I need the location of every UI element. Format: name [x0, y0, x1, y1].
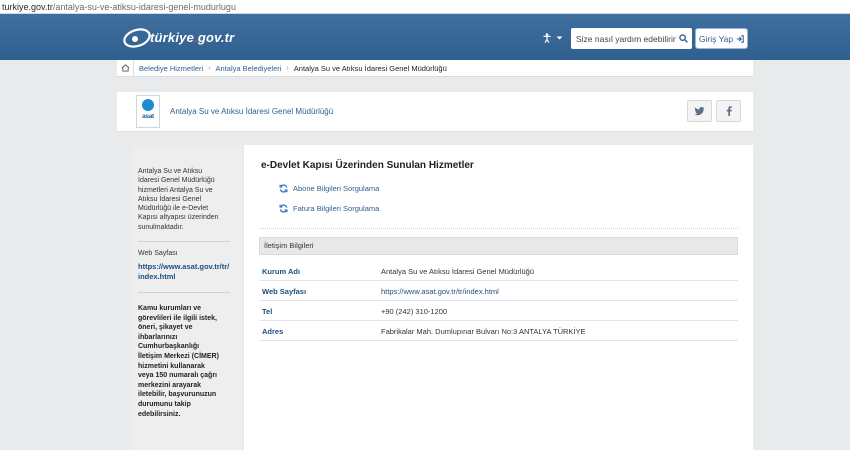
login-label: Giriş Yap [698, 33, 734, 44]
contact-key: Web Sayfası [262, 287, 307, 296]
asat-logo-word: asat [142, 113, 154, 120]
logo-wordmark: türkiye.gov.tr [150, 29, 235, 45]
search-box[interactable] [571, 28, 692, 49]
search-icon[interactable] [676, 32, 690, 46]
contact-key: Tel [262, 307, 273, 316]
browser-url-bar[interactable]: turkiye.gov.tr/antalya-su-ve-atiksu-idar… [0, 0, 850, 14]
twitter-share-button[interactable] [687, 100, 712, 122]
accessibility-button[interactable] [538, 29, 566, 47]
facebook-share-button[interactable] [716, 100, 741, 122]
contact-key: Adres [262, 327, 284, 336]
main-content: e-Devlet Kapısı Üzerinden Sunulan Hizmet… [244, 145, 753, 450]
breadcrumb: Belediye Hizmetleri › Antalya Belediyele… [117, 59, 753, 77]
service-label: Abone Bilgileri Sorgulama [293, 184, 380, 193]
sidebar: Antalya Su ve Atıksu İdaresi Genel Müdür… [132, 145, 242, 450]
contact-heading: İletişim Bilgileri [259, 237, 738, 255]
sidebar-description: Antalya Su ve Atıksu İdaresi Genel Müdür… [138, 168, 219, 231]
contact-row-adres: Adres Fabrikalar Mah. Dumlupınar Bulvarı… [259, 321, 738, 341]
breadcrumb-item-antalya-belediyeleri[interactable]: Antalya Belediyeleri [211, 64, 287, 73]
sidebar-divider [138, 292, 230, 293]
breadcrumb-home[interactable] [117, 59, 134, 77]
contact-row-web-sayfasi: Web Sayfası https://www.asat.gov.tr/tr/i… [259, 281, 738, 301]
contact-value: Fabrikalar Mah. Dumlupınar Bulvarı No:3 … [381, 327, 586, 336]
service-link-fatura-bilgileri[interactable]: Fatura Bilgileri Sorgulama [279, 204, 379, 213]
service-label: Fatura Bilgileri Sorgulama [293, 204, 380, 213]
contact-value: Antalya Su ve Atıksu İdaresi Genel Müdür… [381, 267, 535, 276]
contact-row-tel: Tel +90 (242) 310-1200 [259, 301, 738, 321]
contact-row-kurum-adi: Kurum Adı Antalya Su ve Atıksu İdaresi G… [259, 261, 738, 281]
sidebar-web-label: Web Sayfası [138, 250, 178, 257]
sidebar-cimer-notice: Kamu kurumları ve görevlileri ile ilgili… [138, 305, 219, 418]
search-input[interactable] [576, 33, 676, 44]
services-divider [259, 228, 738, 229]
turkiye-gov-logo[interactable]: türkiye.gov.tr [122, 24, 234, 50]
login-button[interactable]: Giriş Yap [695, 28, 748, 49]
twitter-icon [694, 106, 705, 115]
sign-in-icon [736, 34, 744, 43]
contact-value: +90 (242) 310-1200 [381, 307, 448, 316]
contact-web-link[interactable]: https://www.asat.gov.tr/tr/index.html [381, 287, 499, 296]
breadcrumb-item-current: Antalya Su ve Atıksu İdaresi Genel Müdür… [293, 63, 447, 73]
institution-card: asat Antalya Su ve Atıksu İdaresi Genel … [117, 92, 753, 132]
services-title: e-Devlet Kapısı Üzerinden Sunulan Hizmet… [261, 160, 474, 171]
accessibility-icon [543, 33, 550, 43]
sidebar-web-link[interactable]: https://www.asat.gov.tr/tr/index.html [138, 262, 230, 282]
url-path: /antalya-su-ve-atiksu-idaresi-genel-mudu… [52, 2, 236, 12]
water-drop-icon [142, 99, 154, 111]
asat-logo: asat [136, 95, 160, 128]
home-icon [121, 64, 129, 72]
service-link-abone-bilgileri[interactable]: Abone Bilgileri Sorgulama [279, 184, 379, 193]
chevron-down-icon [556, 36, 562, 40]
refresh-icon [279, 184, 288, 193]
refresh-icon [279, 204, 288, 213]
url-host: turkiye.gov.tr [2, 2, 53, 12]
institution-title: Antalya Su ve Atıksu İdaresi Genel Müdür… [170, 107, 334, 116]
facebook-icon [726, 106, 732, 116]
site-header: türkiye.gov.tr Giriş Yap [0, 14, 850, 60]
sidebar-divider [138, 241, 230, 242]
breadcrumb-item-belediye-hizmetleri[interactable]: Belediye Hizmetleri [134, 64, 208, 73]
contact-key: Kurum Adı [262, 267, 301, 276]
